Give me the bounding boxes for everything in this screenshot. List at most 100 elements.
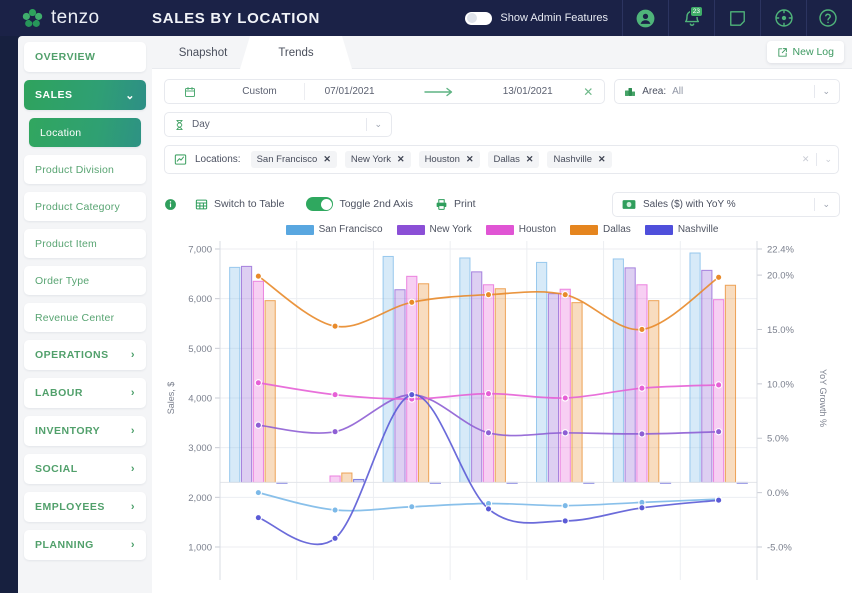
legend-swatch xyxy=(570,224,599,235)
tab-strip: Snapshot Trends New Log xyxy=(152,36,852,69)
chart-legend: San Francisco New York Houston Dallas Na… xyxy=(152,224,852,235)
toggle-2nd-axis-label: Toggle 2nd Axis xyxy=(339,198,413,210)
svg-text:0.0%: 0.0% xyxy=(767,488,789,499)
chevron-down-icon[interactable]: ⌄ xyxy=(366,118,382,131)
sidebar-item-labour[interactable]: LABOUR › xyxy=(24,378,146,408)
legend-swatch xyxy=(396,224,425,235)
sidebar-item-product-division[interactable]: Product Division xyxy=(24,155,146,184)
notification-count-badge: 23 xyxy=(689,6,703,17)
location-chip[interactable]: San Francisco ✕ xyxy=(250,151,337,168)
svg-text:3,000: 3,000 xyxy=(188,443,212,454)
info-icon[interactable] xyxy=(164,198,177,211)
trends-chart[interactable]: 1,000 2,000 3,000 4,000 5,000 6,000 7,000 -5.0%… xyxy=(152,235,852,580)
location-chip[interactable]: Houston ✕ xyxy=(418,151,480,168)
metric-label: Sales ($) with YoY % xyxy=(643,198,736,210)
locations-filter[interactable]: Locations: San Francisco ✕ New York ✕ Ho… xyxy=(164,145,839,174)
location-chip-label: Dallas xyxy=(493,154,520,165)
sidebar-item-operations[interactable]: OPERATIONS › xyxy=(24,340,146,370)
admin-toggle-switch[interactable] xyxy=(465,11,493,25)
date-preset-value[interactable]: Custom xyxy=(215,80,304,103)
clear-locations-icon[interactable]: ✕ ⌄ xyxy=(802,153,832,166)
chart-bars xyxy=(220,252,757,484)
brand[interactable]: tenzo xyxy=(0,7,132,29)
sidebar-item-order-type[interactable]: Order Type xyxy=(24,266,146,295)
admin-toggle-label: Show Admin Features xyxy=(500,12,608,24)
switch-to-table-button[interactable]: Switch to Table xyxy=(195,198,284,211)
location-chip[interactable]: Dallas ✕ xyxy=(487,151,540,168)
tab-label: Snapshot xyxy=(178,46,228,59)
print-button[interactable]: Print xyxy=(435,198,476,211)
money-icon xyxy=(622,199,636,209)
svg-text:5.0%: 5.0% xyxy=(767,434,789,445)
legend-label: New York xyxy=(429,224,472,235)
chevron-right-icon: › xyxy=(130,349,135,361)
sidebar-item-location[interactable]: Location xyxy=(29,118,141,147)
sidebar-item-product-item[interactable]: Product Item xyxy=(24,229,146,258)
sidebar-item-label: Product Item xyxy=(35,237,97,250)
close-icon[interactable]: ✕ xyxy=(323,154,331,165)
svg-text:6,000: 6,000 xyxy=(188,294,212,305)
new-log-label: New Log xyxy=(792,46,834,58)
sidebar-item-planning[interactable]: PLANNING › xyxy=(24,530,146,560)
location-chip[interactable]: New York ✕ xyxy=(344,151,411,168)
sidebar-item-label: Product Category xyxy=(35,200,120,213)
toggle-2nd-axis-switch[interactable] xyxy=(306,197,334,211)
chevron-right-icon: › xyxy=(130,425,135,437)
chart-line-icon xyxy=(174,154,187,165)
chevron-down-icon[interactable]: ⌄ xyxy=(814,85,830,98)
print-label: Print xyxy=(454,198,476,210)
location-chip[interactable]: Nashville ✕ xyxy=(547,151,612,168)
sidebar-item-label: Location xyxy=(40,126,82,139)
switch-to-table-label: Switch to Table xyxy=(214,198,285,210)
sidebar-item-sales[interactable]: SALES ⌄ xyxy=(24,80,146,110)
sidebar-item-social[interactable]: SOCIAL › xyxy=(24,454,146,484)
granularity-select[interactable]: Day ⌄ xyxy=(164,112,392,137)
chart-area[interactable]: 1,000 2,000 3,000 4,000 5,000 6,000 7,000 -5.0%… xyxy=(152,235,852,580)
chart-toolbar: Switch to Table Toggle 2nd Axis Print Sa… xyxy=(152,182,852,218)
locations-filter-label: Locations: xyxy=(195,154,241,165)
help-icon[interactable] xyxy=(806,0,852,36)
legend-item-nashville[interactable]: Nashville xyxy=(644,224,718,235)
svg-text:7,000: 7,000 xyxy=(188,245,212,256)
sidebar-item-revenue-center[interactable]: Revenue Center xyxy=(24,303,146,332)
legend-swatch xyxy=(285,224,314,235)
notes-icon[interactable] xyxy=(714,0,760,36)
notifications-bell-icon[interactable]: 23 xyxy=(668,0,714,36)
close-icon[interactable]: ✕ xyxy=(526,154,534,165)
user-icon[interactable] xyxy=(622,0,668,36)
legend-item-houston[interactable]: Houston xyxy=(485,224,557,235)
legend-item-new-york[interactable]: New York xyxy=(396,224,472,235)
svg-text:15.0%: 15.0% xyxy=(767,325,794,336)
show-admin-features-toggle[interactable]: Show Admin Features xyxy=(465,7,622,29)
tab-trends[interactable]: Trends xyxy=(240,36,352,69)
close-icon[interactable]: ✕ xyxy=(397,154,405,165)
chevron-down-icon[interactable]: ⌄ xyxy=(814,197,830,211)
sidebar-item-label: Revenue Center xyxy=(35,311,115,324)
sidebar-item-overview[interactable]: OVERVIEW xyxy=(24,42,146,72)
date-range-picker[interactable]: Custom 07/01/2021 13/01/2021 ✕ xyxy=(164,79,606,104)
legend-label: Houston xyxy=(518,224,557,235)
chevron-right-icon: › xyxy=(130,463,135,475)
date-to-input[interactable]: 13/01/2021 xyxy=(483,80,572,103)
legend-item-san-francisco[interactable]: San Francisco xyxy=(285,224,383,235)
tab-snapshot[interactable]: Snapshot xyxy=(158,36,248,69)
legend-label: San Francisco xyxy=(318,224,383,235)
main-panel: Snapshot Trends New Log Custom 07/01/202… xyxy=(152,36,852,593)
page-title: SALES BY LOCATION xyxy=(152,9,321,27)
area-filter-select[interactable]: Area: All ⌄ xyxy=(614,79,840,104)
metric-select[interactable]: Sales ($) with YoY % ⌄ xyxy=(612,191,840,217)
clear-date-range-icon[interactable]: ✕ xyxy=(572,80,604,103)
toggle-2nd-axis[interactable]: Toggle 2nd Axis xyxy=(306,197,413,211)
legend-item-dallas[interactable]: Dallas xyxy=(570,224,631,235)
svg-text:Sales, $: Sales, $ xyxy=(166,382,176,415)
calendar-icon xyxy=(165,80,215,103)
sidebar-item-inventory[interactable]: INVENTORY › xyxy=(24,416,146,446)
new-log-button[interactable]: New Log xyxy=(766,41,844,63)
date-from-input[interactable]: 07/01/2021 xyxy=(305,80,394,103)
sidebar-item-label: SOCIAL xyxy=(35,463,78,475)
close-icon[interactable]: ✕ xyxy=(466,154,474,165)
sidebar-item-employees[interactable]: EMPLOYEES › xyxy=(24,492,146,522)
sidebar-item-product-category[interactable]: Product Category xyxy=(24,192,146,221)
close-icon[interactable]: ✕ xyxy=(598,154,606,165)
settings-gear-icon[interactable] xyxy=(760,0,806,36)
